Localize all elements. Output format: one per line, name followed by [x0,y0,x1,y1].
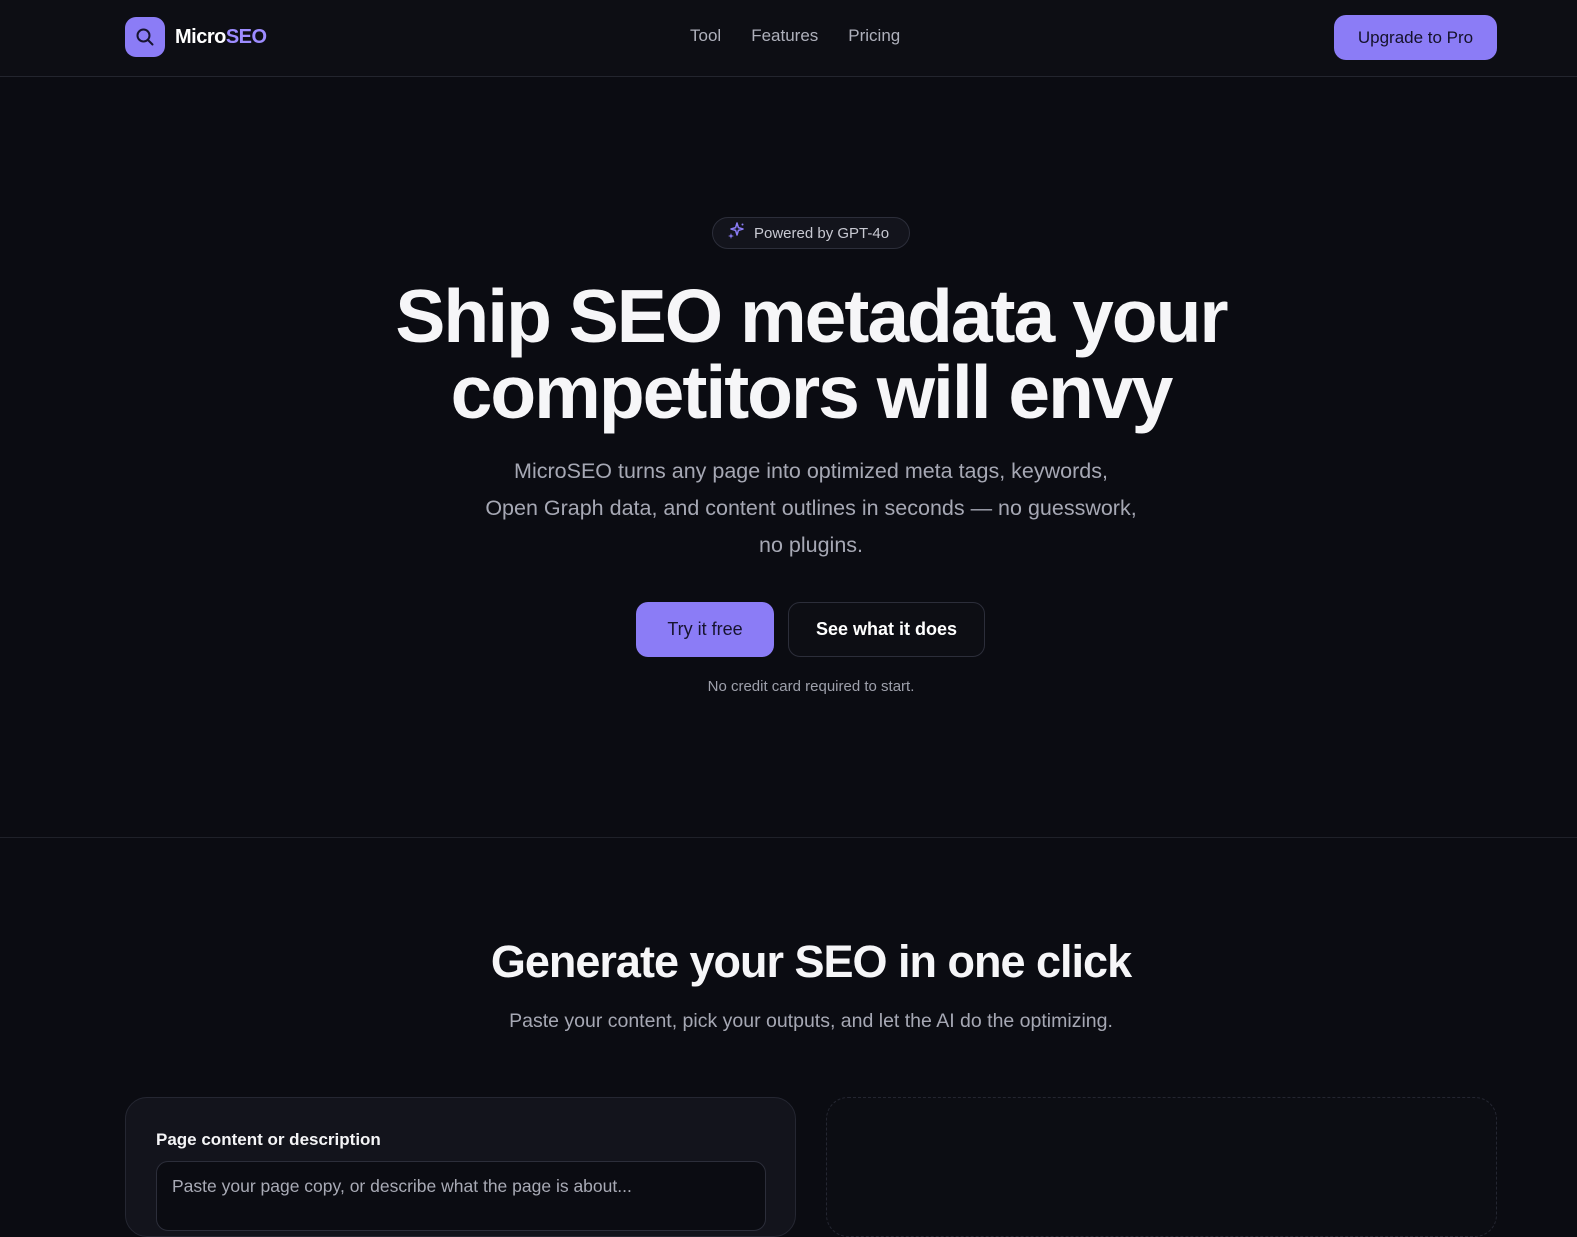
see-what-it-does-button[interactable]: See what it does [788,602,985,657]
nav-link-tool[interactable]: Tool [690,26,721,46]
brand-name: MicroSEO [175,26,267,49]
generator-subtitle: Paste your content, pick your outputs, a… [509,1010,1113,1032]
top-navbar: MicroSEO Tool Features Pricing Upgrade t… [0,0,1577,77]
powered-by-badge: Powered by GPT-4o [712,217,910,249]
section-divider [0,837,1577,838]
generator-title: Generate your SEO in one click [490,936,1132,987]
hero-subtitle: MicroSEO turns any page into optimized m… [460,453,1162,564]
brand-logo[interactable]: MicroSEO [125,17,267,57]
page-content-label: Page content or description [156,1130,381,1149]
hero-title: Ship SEO metadata your competitors will … [0,278,1577,430]
nav-links: Tool Features Pricing [690,26,900,46]
page-content-input[interactable] [156,1161,766,1231]
hero-title-line2: competitors will envy [450,350,1174,434]
brand-name-part2: SEO [225,25,267,48]
hero-subtitle-line1: MicroSEO turns any page into optimized m… [514,459,1108,483]
output-panel [826,1097,1497,1237]
hero-title-line1: Ship SEO metadata your [395,274,1228,358]
hero-subtitle-line2: Open Graph data, and content outlines in… [485,496,1137,520]
brand-name-part1: Micro [175,25,226,48]
badge-label: Powered by GPT-4o [754,224,890,242]
try-it-free-button[interactable]: Try it free [636,602,774,657]
nav-link-pricing[interactable]: Pricing [848,26,900,46]
sparkles-icon [727,222,745,244]
upgrade-to-pro-button[interactable]: Upgrade to Pro [1334,15,1497,60]
search-icon [125,17,165,57]
hero-subtitle-line3: no plugins. [759,533,863,557]
nav-link-features[interactable]: Features [751,26,818,46]
no-credit-card-note: No credit card required to start. [707,678,915,695]
input-card: Page content or description [125,1097,796,1237]
